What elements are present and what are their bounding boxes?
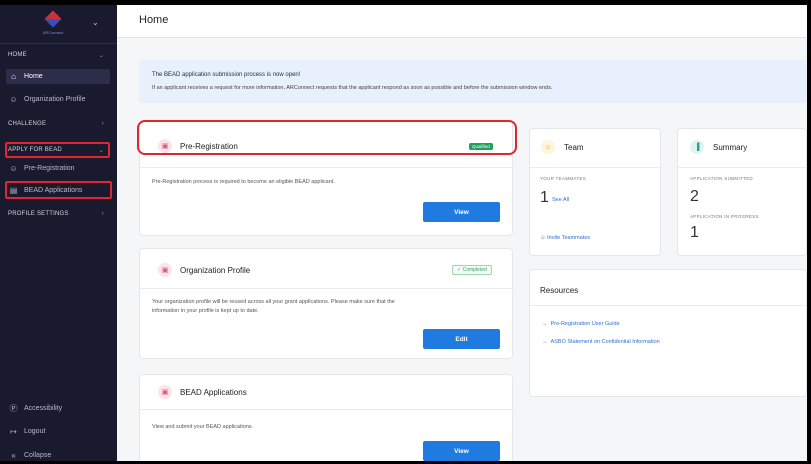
highlight-box: [5, 142, 110, 158]
collapse-icon: «: [11, 451, 16, 460]
accessibility-icon: Ⓟ: [9, 404, 18, 413]
card-description: View and submit your BEAD applications.: [152, 424, 254, 430]
card-description: Pre-Registration process is required to …: [152, 179, 335, 185]
section-challenge[interactable]: CHALLENGE ›: [8, 121, 108, 127]
team-card: ☺ Team YOUR TEAMMATES 1 See All ☺ Invite…: [529, 128, 662, 256]
sidebar-item-organization-profile[interactable]: ☺ Organization Profile: [8, 92, 110, 107]
card-description-line: Your organization profile will be reused…: [152, 299, 395, 305]
team-icon: ☺: [541, 140, 555, 154]
card-divider: [530, 167, 662, 168]
sidebar-item-label: Accessibility: [24, 405, 63, 412]
page-header: Home: [117, 5, 807, 38]
sidebar-item-home[interactable]: ⌂ Home: [6, 69, 110, 84]
submitted-label: APPLICATION SUBMITTED: [690, 176, 753, 181]
edit-organization-profile-button[interactable]: Edit: [423, 329, 500, 349]
organization-profile-card: ▣ Organization Profile ✓ Completed Your …: [139, 248, 514, 359]
chevron-down-icon: ⌄: [98, 53, 104, 59]
teammates-label: YOUR TEAMMATES: [540, 176, 587, 181]
card-divider: [678, 167, 808, 168]
resource-link[interactable]: → ASBO Statement on Confidential Informa…: [542, 339, 660, 345]
logo-diamond-icon: [44, 10, 62, 28]
view-pre-registration-button[interactable]: View: [423, 202, 500, 222]
page-title: Home: [139, 14, 169, 26]
see-all-link[interactable]: See All: [552, 197, 569, 203]
invite-teammates-label: Invite Teammates: [547, 235, 591, 241]
chevron-down-icon[interactable]: ⌄: [92, 18, 99, 27]
home-icon: ⌂: [11, 72, 16, 81]
logout-icon: ↦: [10, 427, 17, 436]
card-title: BEAD Applications: [180, 388, 247, 397]
card-divider: [140, 409, 514, 410]
bead-applications-card: ▣ BEAD Applications View and submit your…: [139, 374, 514, 464]
window-right-edge: [807, 0, 811, 464]
announcement-banner: The BEAD application submission process …: [139, 60, 807, 103]
view-bead-applications-button[interactable]: View: [423, 441, 500, 461]
card-description: Your organization profile will be reused…: [152, 298, 395, 316]
teammates-count: 1: [540, 189, 549, 206]
sidebar-item-label: Pre-Registration: [24, 165, 75, 172]
sidebar-item-pre-registration[interactable]: ☺ Pre-Registration: [8, 161, 110, 176]
sidebar-item-label: Home: [24, 73, 43, 80]
chart-icon: ▐: [690, 140, 704, 154]
users-icon: ☺: [9, 164, 18, 173]
card-title: Summary: [713, 143, 748, 152]
brand-logo[interactable]: ARConnect: [27, 10, 79, 39]
invite-teammates-link[interactable]: ☺ Invite Teammates: [540, 235, 590, 241]
sidebar-item-label: Collapse: [24, 452, 52, 459]
card-title: Resources: [540, 286, 579, 295]
highlight-box: [5, 181, 112, 199]
submitted-count: 2: [690, 188, 699, 205]
sidebar-item-accessibility[interactable]: Ⓟ Accessibility: [8, 401, 110, 416]
section-challenge-label: CHALLENGE: [8, 121, 47, 127]
summary-card: ▐ Summary APPLICATION SUBMITTED 2 APPLIC…: [677, 128, 808, 256]
sidebar-item-label: Organization Profile: [24, 96, 86, 103]
briefcase-icon: ▣: [158, 385, 172, 399]
user-add-icon: ☺: [540, 235, 546, 241]
card-title: Organization Profile: [180, 266, 251, 275]
arrow-right-icon: →: [542, 339, 548, 345]
sidebar: ARConnect ⌄ HOME ⌄ ⌂ Home ☺ Organization…: [0, 5, 117, 461]
card-divider: [530, 305, 808, 306]
card-title: Team: [564, 143, 584, 152]
resource-link-label: Pre-Registration User Guide: [550, 321, 620, 327]
resource-link-label: ASBO Statement on Confidential Informati…: [550, 339, 660, 345]
chevron-right-icon: ›: [101, 121, 104, 127]
sidebar-divider: [0, 43, 117, 44]
main-content: Home The BEAD application submission pro…: [117, 5, 808, 464]
highlight-box: [137, 120, 517, 155]
brand-name: ARConnect: [42, 30, 64, 35]
users-icon: ☺: [9, 95, 18, 104]
section-home[interactable]: HOME ⌄: [8, 52, 108, 59]
chevron-right-icon: ›: [101, 211, 104, 217]
card-divider: [140, 288, 514, 289]
briefcase-icon: ▣: [158, 263, 172, 277]
resources-card: Resources → Pre-Registration User Guide …: [529, 269, 808, 397]
sidebar-item-logout[interactable]: ↦ Logout: [8, 424, 110, 439]
completed-badge: ✓ Completed: [452, 265, 492, 275]
resource-link[interactable]: → Pre-Registration User Guide: [542, 321, 620, 327]
section-profile-settings[interactable]: PROFILE SETTINGS ›: [8, 211, 108, 217]
card-divider: [140, 167, 514, 168]
sidebar-item-label: Logout: [24, 428, 46, 435]
banner-text: If an applicant receives a request for m…: [152, 85, 553, 91]
in-progress-count: 1: [690, 224, 699, 241]
section-home-label: HOME: [8, 52, 27, 58]
in-progress-label: APPLICATION IN PROGRESS: [690, 214, 759, 219]
arrow-right-icon: →: [542, 321, 548, 327]
completed-badge-label: Completed: [462, 267, 487, 273]
banner-title: The BEAD application submission process …: [152, 72, 301, 78]
card-description-line: information in your profile is kept up t…: [152, 308, 259, 314]
section-profile-settings-label: PROFILE SETTINGS: [8, 211, 69, 217]
